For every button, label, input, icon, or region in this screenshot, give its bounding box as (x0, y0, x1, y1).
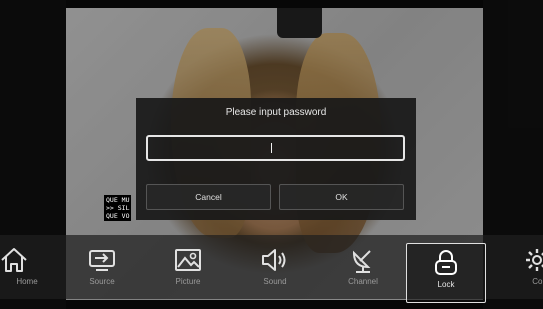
terminal-overlay: QUE MU >> SIL QUE VO (104, 195, 132, 221)
sound-icon (262, 249, 286, 271)
password-dialog: Please input password Cancel OK (136, 98, 416, 220)
source-icon (89, 250, 115, 271)
settings-menu-bar: Home Source Picture Sound Channel Lock C… (0, 235, 543, 303)
menu-item-home[interactable]: Home (0, 235, 54, 299)
menu-label-comm: Comm (532, 277, 543, 286)
terminal-line: >> SIL (106, 204, 130, 212)
home-icon (1, 248, 27, 272)
picture-icon (175, 249, 201, 271)
menu-item-comm[interactable]: Comm (497, 235, 543, 299)
channel-icon (352, 250, 371, 273)
ok-button[interactable]: OK (279, 184, 404, 210)
text-cursor (271, 143, 272, 153)
dialog-title: Please input password (225, 107, 327, 118)
menu-label-channel: Channel (348, 277, 378, 286)
menu-item-source[interactable]: Source (62, 235, 142, 299)
menu-label-home: Home (16, 277, 38, 286)
menu-item-channel[interactable]: Channel (323, 235, 403, 299)
terminal-line: QUE MU (106, 196, 130, 204)
menu-label-source: Source (89, 277, 115, 286)
password-input[interactable] (146, 135, 405, 161)
gear-icon (526, 249, 543, 271)
menu-label-lock: Lock (437, 280, 455, 289)
menu-item-sound[interactable]: Sound (235, 235, 315, 299)
terminal-line: QUE VO (106, 212, 130, 220)
menu-label-picture: Picture (175, 277, 201, 286)
tv-screen: QUE MU >> SIL QUE VO Please input passwo… (0, 0, 543, 309)
cancel-button[interactable]: Cancel (146, 184, 271, 210)
lock-icon (435, 250, 457, 275)
menu-item-picture[interactable]: Picture (148, 235, 228, 299)
menu-label-sound: Sound (263, 277, 287, 286)
menu-item-lock[interactable]: Lock (406, 243, 486, 303)
